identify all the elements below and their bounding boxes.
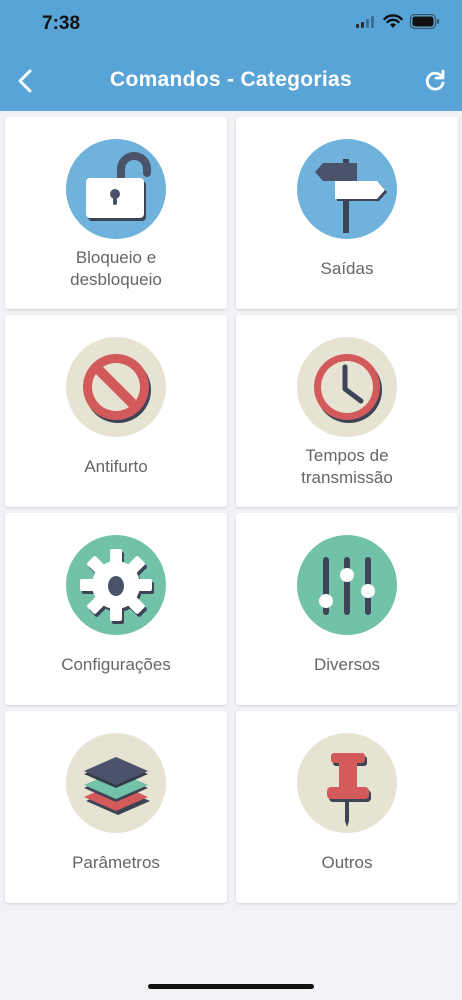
clock-icon (297, 337, 397, 437)
category-card-antifurto[interactable]: Antifurto (5, 315, 227, 507)
battery-icon (410, 14, 439, 29)
category-card-configuracoes[interactable]: Configurações (5, 513, 227, 705)
sliders-icon (297, 535, 397, 635)
category-label: Tempos de transmissão (301, 446, 393, 487)
nav-bar: Comandos - Categorias (0, 56, 462, 106)
category-label: Configurações (61, 655, 171, 674)
category-card-bloqueio[interactable]: Bloqueio e desbloqueio (5, 117, 227, 309)
status-time: 7:38 (42, 13, 81, 34)
status-icons (356, 14, 440, 29)
category-card-saidas[interactable]: Saídas (236, 117, 458, 309)
category-label: Antifurto (84, 457, 148, 476)
home-indicator[interactable] (148, 984, 314, 989)
signal-icon (356, 15, 374, 28)
category-card-outros[interactable]: Outros (236, 711, 458, 903)
status-bar: 7:38 (0, 0, 462, 50)
signpost-icon (297, 139, 397, 239)
layers-icon (66, 733, 166, 833)
category-card-tempos[interactable]: Tempos de transmissão (236, 315, 458, 507)
wifi-icon (383, 14, 403, 28)
prohibited-icon (66, 337, 166, 437)
refresh-button[interactable] (422, 68, 448, 94)
unlocked-padlock-icon (66, 139, 166, 239)
page-title: Comandos - Categorias (109, 68, 352, 91)
category-label: Saídas (320, 259, 374, 278)
category-label: Outros (321, 853, 373, 872)
category-label: Parâmetros (72, 853, 160, 872)
category-label: Diversos (313, 655, 381, 674)
app-header: 7:38 Comandos - Categorias (0, 0, 462, 111)
category-card-diversos[interactable]: Diversos (236, 513, 458, 705)
pushpin-icon (297, 733, 397, 833)
category-label: Bloqueio e desbloqueio (70, 248, 162, 289)
category-card-parametros[interactable]: Parâmetros (5, 711, 227, 903)
gear-icon (66, 535, 166, 635)
